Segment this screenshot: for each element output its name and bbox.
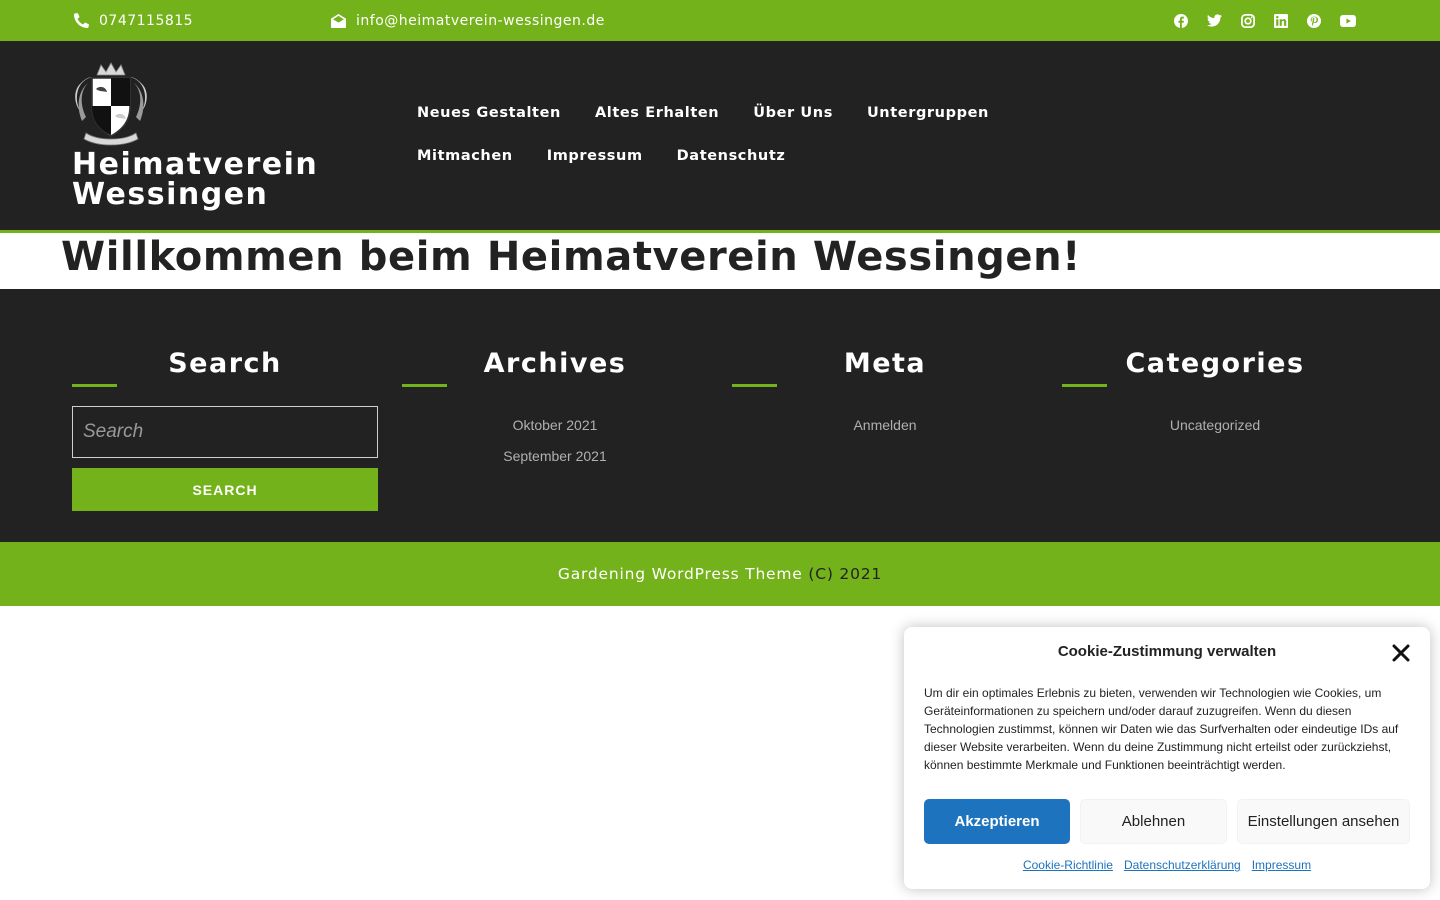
site-title-line-1: Heimatverein xyxy=(72,147,319,182)
site-footer: Gardening WordPress Theme (C) 2021 xyxy=(0,542,1440,606)
logo[interactable] xyxy=(72,61,150,147)
category-link-uncategorized[interactable]: Uncategorized xyxy=(1170,417,1260,433)
site-header: Heimatverein Wessingen Neues Gestalten A… xyxy=(0,41,1440,230)
privacy-policy-link[interactable]: Datenschutzerklärung xyxy=(1124,858,1241,872)
categories-list: Uncategorized xyxy=(1062,410,1368,441)
meta-list: Anmelden xyxy=(732,410,1038,441)
theme-link[interactable]: Gardening WordPress Theme xyxy=(558,565,803,583)
youtube-icon[interactable] xyxy=(1340,14,1356,27)
widget-title-underline xyxy=(402,384,447,387)
copyright-text: (C) 2021 xyxy=(808,565,883,583)
email-contact[interactable]: info@heimatverein-wessingen.de xyxy=(331,0,605,41)
search-button[interactable]: SEARCH xyxy=(72,468,378,511)
list-item: Uncategorized xyxy=(1062,410,1368,441)
email-address: info@heimatverein-wessingen.de xyxy=(356,12,605,29)
imprint-link[interactable]: Impressum xyxy=(1252,858,1311,872)
cookie-policy-links: Cookie-Richtlinie Datenschutzerklärung I… xyxy=(904,858,1430,872)
footer-widgets: Search SEARCH Archives Oktober 2021 Sept… xyxy=(0,289,1440,542)
archive-link-september-2021[interactable]: September 2021 xyxy=(503,448,607,464)
phone-number: 0747115815 xyxy=(99,12,194,29)
nav-item-mitmachen[interactable]: Mitmachen xyxy=(400,135,530,178)
top-bar: 0747115815 info@heimatverein-wessingen.d… xyxy=(0,0,1440,41)
phone-contact[interactable]: 0747115815 xyxy=(74,0,193,41)
widget-title-underline xyxy=(732,384,777,387)
social-links xyxy=(1174,0,1356,41)
nav-item-datenschutz[interactable]: Datenschutz xyxy=(660,135,803,178)
cookie-message: Um dir ein optimales Erlebnis zu bieten,… xyxy=(924,686,1399,772)
cookie-buttons: Akzeptieren Ablehnen Einstellungen anseh… xyxy=(924,799,1410,844)
cookie-policy-link[interactable]: Cookie-Richtlinie xyxy=(1023,858,1113,872)
deny-button[interactable]: Ablehnen xyxy=(1080,799,1227,844)
view-preferences-button[interactable]: Einstellungen ansehen xyxy=(1237,799,1410,844)
page-title: Willkommen beim Heimatverein Wessingen! xyxy=(61,234,1082,280)
cookie-title: Cookie-Zustimmung verwalten xyxy=(1057,643,1277,660)
main-navigation: Neues Gestalten Altes Erhalten Über Uns … xyxy=(400,92,1080,178)
search-widget-title: Search xyxy=(168,348,282,379)
nav-item-impressum[interactable]: Impressum xyxy=(530,135,660,178)
twitter-icon[interactable] xyxy=(1207,14,1222,27)
list-item: September 2021 xyxy=(402,441,708,472)
page-title-section: Willkommen beim Heimatverein Wessingen! xyxy=(0,233,1440,289)
instagram-icon[interactable] xyxy=(1241,13,1255,28)
site-title-line-2: Wessingen xyxy=(72,177,269,212)
nav-item-ueber-uns[interactable]: Über Uns xyxy=(736,92,850,135)
cookie-consent-banner: Cookie-Zustimmung verwalten Um dir ein o… xyxy=(904,627,1430,889)
facebook-icon[interactable] xyxy=(1174,13,1188,28)
widget-title-underline xyxy=(1062,384,1107,387)
accept-button[interactable]: Akzeptieren xyxy=(924,799,1070,844)
linkedin-icon[interactable] xyxy=(1274,13,1288,28)
widget-title-underline xyxy=(72,384,117,387)
archives-widget-title: Archives xyxy=(483,348,627,379)
list-item: Anmelden xyxy=(732,410,1038,441)
categories-widget-title: Categories xyxy=(1125,348,1305,379)
envelope-open-icon xyxy=(331,13,346,28)
archive-link-oktober-2021[interactable]: Oktober 2021 xyxy=(513,417,598,433)
archives-list: Oktober 2021 September 2021 xyxy=(402,410,708,472)
phone-icon xyxy=(74,13,89,28)
login-link[interactable]: Anmelden xyxy=(853,417,916,433)
close-icon[interactable] xyxy=(1392,644,1410,662)
meta-widget-title: Meta xyxy=(843,348,927,379)
nav-item-altes-erhalten[interactable]: Altes Erhalten xyxy=(578,92,736,135)
search-input[interactable] xyxy=(72,406,378,458)
pinterest-icon[interactable] xyxy=(1307,13,1321,28)
nav-item-neues-gestalten[interactable]: Neues Gestalten xyxy=(400,92,578,135)
site-title[interactable]: Heimatverein Wessingen xyxy=(72,150,318,210)
list-item: Oktober 2021 xyxy=(402,410,708,441)
nav-item-untergruppen[interactable]: Untergruppen xyxy=(850,92,1006,135)
